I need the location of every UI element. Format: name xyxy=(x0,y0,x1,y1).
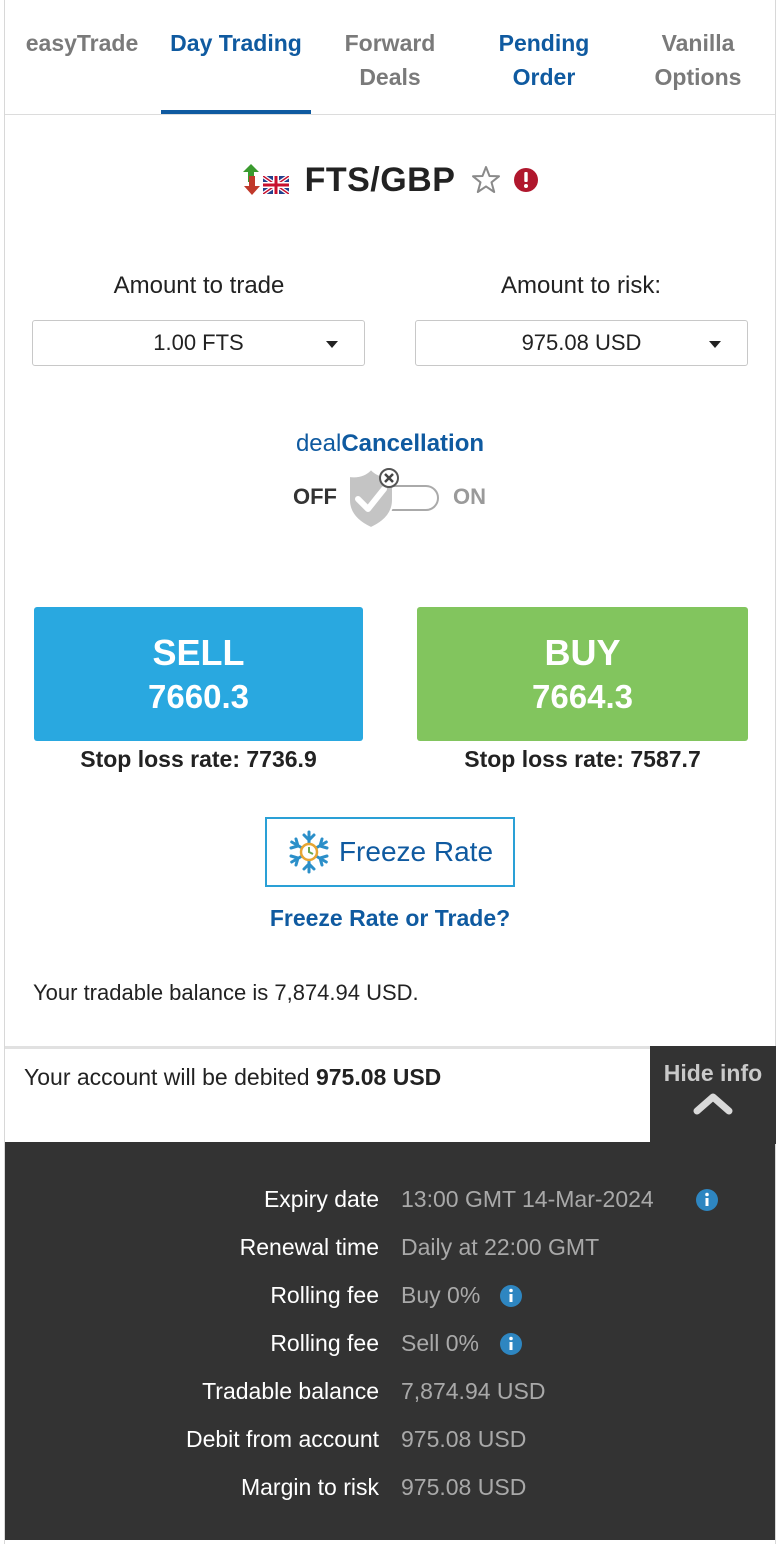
deal-cancellation-title: dealCancellation xyxy=(5,430,775,458)
info-key: Debit from account xyxy=(185,1426,379,1452)
tab-label: Forward Deals xyxy=(344,30,436,90)
snowflake-clock-icon xyxy=(289,830,329,874)
chevron-down-icon xyxy=(326,341,338,348)
info-value: 975.08 USD xyxy=(401,1474,527,1500)
tab-label: Day Trading xyxy=(170,30,302,56)
freeze-rate-button[interactable]: Freeze Rate xyxy=(265,817,515,887)
debit-prefix: Your account will be debited xyxy=(24,1064,316,1090)
info-row-debit: Debit from account 975.08 USD xyxy=(5,1420,775,1460)
chevron-up-icon xyxy=(693,1093,733,1115)
amount-to-trade-label: Amount to trade xyxy=(113,272,285,299)
favorite-star-icon[interactable] xyxy=(471,165,501,195)
instrument-name: FTS/GBP xyxy=(304,160,456,199)
tab-label: Pending Order xyxy=(498,30,590,90)
info-key: Margin to risk xyxy=(240,1474,379,1500)
instrument-header: FTS/GBP xyxy=(5,150,775,210)
buy-rate: 7664.3 xyxy=(532,678,633,715)
info-row-rolling-fee-sell: Rolling fee Sell 0% xyxy=(5,1324,775,1364)
info-value: Daily at 22:00 GMT xyxy=(401,1234,600,1260)
sell-rate: 7660.3 xyxy=(148,678,249,715)
debit-amount: 975.08 USD xyxy=(315,1064,442,1090)
info-key: Tradable balance xyxy=(202,1378,379,1404)
tab-pending-order[interactable]: Pending Order xyxy=(467,0,621,115)
chevron-down-icon xyxy=(709,341,721,348)
amount-to-trade-value: 1.00 FTS xyxy=(153,330,244,355)
info-value: 7,874.94 USD xyxy=(401,1378,546,1404)
alert-icon[interactable] xyxy=(511,165,541,195)
info-row-tradable-balance: Tradable balance 7,874.94 USD xyxy=(5,1372,775,1412)
tab-vanilla-options[interactable]: Vanilla Options xyxy=(621,0,775,115)
info-icon[interactable] xyxy=(499,1332,523,1356)
info-row-margin: Margin to risk 975.08 USD xyxy=(5,1468,775,1508)
amount-to-risk-select[interactable]: 975.08 USD xyxy=(415,320,748,366)
shield-check-icon[interactable] xyxy=(343,466,399,532)
info-value: Buy 0% xyxy=(401,1282,481,1308)
tab-label: easyTrade xyxy=(25,30,139,56)
buy-button[interactable]: BUY 7664.3 xyxy=(417,607,748,741)
buy-stop-loss: Stop loss rate: 7587.7 xyxy=(464,746,701,772)
uk-flag-icon xyxy=(262,176,289,194)
info-value: 13:00 GMT 14-Mar-2024 xyxy=(401,1186,654,1212)
amount-to-trade-select[interactable]: 1.00 FTS xyxy=(32,320,365,366)
info-key: Expiry date xyxy=(263,1186,379,1212)
instrument-icon xyxy=(239,162,291,198)
amount-to-risk-value: 975.08 USD xyxy=(521,330,642,355)
tab-forward-deals[interactable]: Forward Deals xyxy=(313,0,467,115)
deal-cancellation-suffix: Cancellation xyxy=(341,430,485,457)
tradable-balance-text: Your tradable balance is 7,874.94 USD. xyxy=(33,980,419,1005)
info-key: Rolling fee xyxy=(270,1282,379,1308)
info-key: Renewal time xyxy=(239,1234,379,1260)
deal-cancellation-prefix: deal xyxy=(295,430,342,457)
sell-label: SELL xyxy=(152,632,245,673)
debit-text: Your account will be debited 975.08 USD xyxy=(24,1064,441,1091)
tab-easytrade[interactable]: easyTrade xyxy=(5,0,159,115)
info-row-renewal: Renewal time Daily at 22:00 GMT xyxy=(5,1228,775,1268)
sell-button[interactable]: SELL 7660.3 xyxy=(34,607,363,741)
info-value: 975.08 USD xyxy=(401,1426,527,1452)
info-value: Sell 0% xyxy=(401,1330,479,1356)
tab-day-trading[interactable]: Day Trading xyxy=(159,0,313,115)
toggle-off-label: OFF xyxy=(293,484,337,509)
tab-label: Vanilla Options xyxy=(654,30,742,90)
info-icon[interactable] xyxy=(499,1284,523,1308)
hide-info-button[interactable]: Hide info xyxy=(650,1046,776,1144)
tab-bar: easyTrade Day Trading Forward Deals Pend… xyxy=(5,0,775,115)
trade-panel: easyTrade Day Trading Forward Deals Pend… xyxy=(4,0,776,1544)
info-icon[interactable] xyxy=(695,1188,719,1212)
hide-info-label: Hide info xyxy=(663,1060,763,1086)
freeze-rate-label: Freeze Rate xyxy=(338,836,494,867)
freeze-rate-or-trade-link[interactable]: Freeze Rate or Trade? xyxy=(5,905,775,932)
info-row-rolling-fee-buy: Rolling fee Buy 0% xyxy=(5,1276,775,1316)
sell-stop-loss: Stop loss rate: 7736.9 xyxy=(80,746,317,772)
info-row-expiry: Expiry date 13:00 GMT 14-Mar-2024 xyxy=(5,1180,775,1220)
info-key: Rolling fee xyxy=(270,1330,379,1356)
amount-to-risk-label: Amount to risk: xyxy=(500,272,662,299)
toggle-on-label: ON xyxy=(453,484,486,509)
buy-label: BUY xyxy=(544,632,621,673)
info-panel: Expiry date 13:00 GMT 14-Mar-2024 Renewa… xyxy=(5,1142,775,1540)
